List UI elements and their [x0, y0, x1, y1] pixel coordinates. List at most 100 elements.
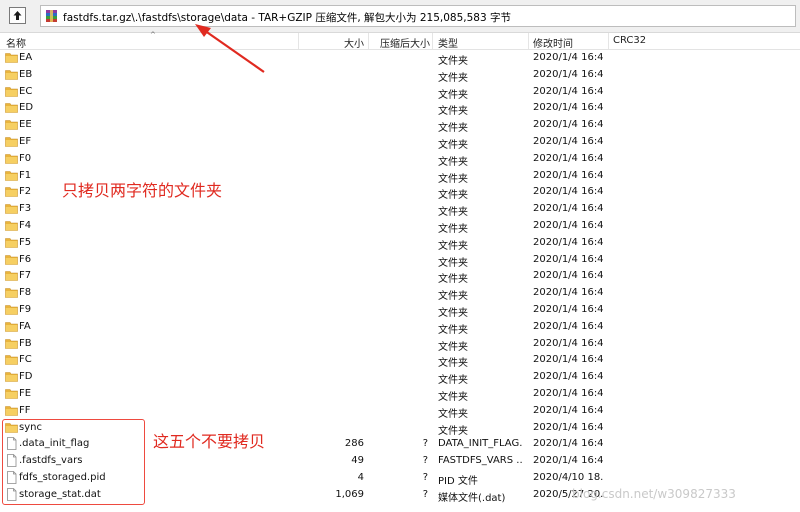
folder-row[interactable]: EF 文件夹 2020/1/4 16:40	[0, 134, 800, 151]
folder-row[interactable]: F9 文件夹 2020/1/4 16:40	[0, 302, 800, 319]
folder-row[interactable]: F6 文件夹 2020/1/4 16:40	[0, 252, 800, 269]
file-type: 文件夹	[438, 375, 468, 387]
folder-icon	[5, 405, 18, 416]
file-type: 媒体文件(.dat)	[438, 492, 506, 504]
file-type: 文件夹	[438, 408, 468, 420]
folder-row[interactable]: F3 文件夹 2020/1/4 16:40	[0, 201, 800, 218]
annotation-copy-two-char: 只拷贝两字符的文件夹	[62, 181, 223, 200]
file-name: EE	[19, 119, 32, 131]
file-type: 文件夹	[438, 106, 468, 118]
file-name: F5	[19, 236, 32, 248]
folder-row[interactable]: FA 文件夹 2020/1/4 16:40	[0, 319, 800, 336]
column-size[interactable]: 大小	[344, 35, 364, 50]
file-name: FD	[19, 371, 33, 383]
file-type: 文件夹	[438, 425, 468, 437]
file-name: FA	[19, 320, 31, 332]
folder-row[interactable]: EC 文件夹 2020/1/4 16:40	[0, 84, 800, 101]
file-name: F4	[19, 220, 32, 231]
folder-icon	[5, 389, 18, 399]
file-name: EB	[19, 68, 33, 80]
file-modified: 2020/1/4 16:40	[533, 85, 603, 97]
file-type: 文件夹	[438, 308, 468, 319]
file-modified: 2020/1/4 16:40	[533, 388, 603, 399]
folder-row[interactable]: F5 文件夹 2020/1/4 16:40	[0, 235, 800, 252]
column-modified[interactable]: 修改时间	[533, 35, 573, 50]
folder-icon	[5, 372, 18, 382]
folder-icon	[5, 338, 18, 349]
file-name: EA	[19, 52, 33, 63]
file-modified: 2020/1/4 16:40	[533, 169, 603, 181]
column-name[interactable]: 名称	[6, 35, 26, 50]
file-size: 1,069	[335, 488, 364, 500]
column-crc32[interactable]: CRC32	[613, 35, 646, 46]
folder-icon	[5, 187, 18, 198]
file-type: 文件夹	[438, 89, 468, 101]
folder-row[interactable]: EE 文件夹 2020/1/4 16:40	[0, 117, 800, 134]
folder-row[interactable]: F4 文件夹 2020/1/4 16:40	[0, 218, 800, 235]
folder-row[interactable]: EA 文件夹 2020/1/4 16:40	[0, 50, 800, 67]
file-name: ED	[19, 102, 34, 114]
file-type: FASTDFS_VARS ...	[438, 455, 522, 467]
file-name: F0	[19, 152, 32, 164]
file-size: 4	[357, 472, 364, 483]
folder-row[interactable]: F7 文件夹 2020/1/4 16:40	[0, 268, 800, 286]
file-size: 49	[351, 455, 364, 467]
file-compressed-size: ?	[422, 438, 428, 450]
file-name: EC	[19, 85, 33, 97]
up-folder-button[interactable]	[9, 7, 26, 24]
folder-row[interactable]: FB 文件夹 2020/1/4 16:40	[0, 336, 800, 353]
file-type: 文件夹	[438, 240, 468, 252]
folder-row[interactable]: FE 文件夹 2020/1/4 16:40	[0, 386, 800, 403]
folder-row[interactable]: EB 文件夹 2020/1/4 16:40	[0, 67, 800, 84]
folder-row[interactable]: F0 文件夹 2020/1/4 16:40	[0, 151, 800, 168]
file-type: 文件夹	[438, 341, 468, 353]
folder-icon	[5, 355, 18, 366]
folder-icon	[5, 204, 18, 214]
file-compressed-size: ?	[422, 472, 428, 483]
file-modified: 2020/1/4 16:40	[533, 152, 603, 164]
folder-row[interactable]: F8 文件夹 2020/1/4 16:40	[0, 285, 800, 303]
file-name: F7	[19, 270, 32, 282]
file-modified: 2020/1/4 16:40	[533, 270, 603, 282]
file-name: FF	[19, 404, 31, 416]
folder-icon	[5, 103, 18, 114]
file-modified: 2020/1/4 16:40	[533, 68, 603, 80]
file-modified: 2020/1/4 16:40	[533, 404, 603, 416]
folder-row[interactable]: ED 文件夹 2020/1/4 16:40	[0, 100, 800, 118]
file-name: F2	[19, 186, 32, 198]
file-modified: 2020/1/4 16:40	[533, 186, 603, 198]
file-name: FE	[19, 388, 32, 399]
file-modified: 2020/1/4 16:40	[533, 337, 603, 349]
folder-row[interactable]: FF 文件夹 2020/1/4 16:40	[0, 403, 800, 420]
file-name: F9	[19, 304, 32, 315]
file-size: 286	[344, 438, 364, 450]
column-header: 名称 ^ 大小 压缩后大小 类型 修改时间 CRC32	[0, 31, 800, 50]
file-type: 文件夹	[438, 274, 468, 286]
column-type[interactable]: 类型	[438, 35, 458, 50]
column-compressed-size[interactable]: 压缩后大小	[380, 35, 430, 50]
folder-row[interactable]: FD 文件夹 2020/1/4 16:40	[0, 369, 800, 387]
watermark: blog.csdn.net/w309827333	[572, 487, 736, 501]
file-modified: 2020/1/4 16:40	[533, 236, 603, 248]
file-type: 文件夹	[438, 291, 468, 303]
folder-icon	[5, 53, 18, 63]
toolbar: fastdfs.tar.gz\.\fastdfs\storage\data - …	[0, 0, 800, 33]
folder-icon	[5, 288, 18, 298]
file-modified: 2020/1/4 16:40	[533, 220, 603, 231]
file-type: 文件夹	[438, 324, 468, 336]
file-type: 文件夹	[438, 358, 468, 370]
file-name: F1	[19, 169, 32, 181]
archive-icon	[46, 10, 57, 22]
folder-row[interactable]: FC 文件夹 2020/1/4 16:40	[0, 352, 800, 370]
file-type: 文件夹	[438, 190, 468, 202]
file-modified: 2020/1/4 16:40	[533, 102, 603, 114]
folder-icon	[5, 221, 18, 231]
path-bar[interactable]: fastdfs.tar.gz\.\fastdfs\storage\data - …	[40, 5, 796, 27]
file-modified: 2020/1/4 16:40	[533, 421, 603, 433]
file-type: 文件夹	[438, 224, 468, 235]
file-type: 文件夹	[438, 173, 468, 185]
file-modified: 2020/1/4 16:40	[533, 354, 603, 366]
file-modified: 2020/1/4 16:40	[533, 136, 603, 147]
file-name: F6	[19, 253, 32, 265]
file-modified: 2020/1/4 16:40	[533, 371, 603, 383]
